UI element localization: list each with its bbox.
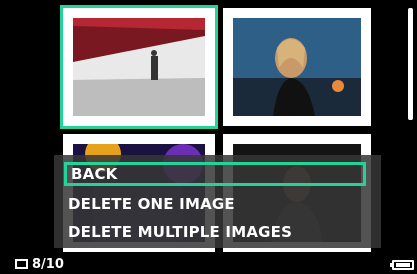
- thumbnail-2-photo: [233, 18, 361, 116]
- delete-menu: BACK DELETE ONE IMAGE DELETE MULTIPLE IM…: [54, 155, 381, 248]
- menu-item-delete-multiple-images[interactable]: DELETE MULTIPLE IMAGES: [68, 223, 292, 241]
- menu-item-back[interactable]: BACK: [64, 162, 366, 186]
- image-counter-text: 8/10: [32, 257, 64, 272]
- thumbnail-selection-frame: [60, 5, 218, 129]
- thumbnail-2[interactable]: [223, 8, 371, 126]
- image-counter: 8/10: [15, 257, 64, 272]
- scrollbar[interactable]: [408, 8, 413, 120]
- menu-item-delete-one-image[interactable]: DELETE ONE IMAGE: [68, 195, 235, 213]
- battery-full-icon: [392, 260, 414, 270]
- image-frame-icon: [15, 259, 28, 269]
